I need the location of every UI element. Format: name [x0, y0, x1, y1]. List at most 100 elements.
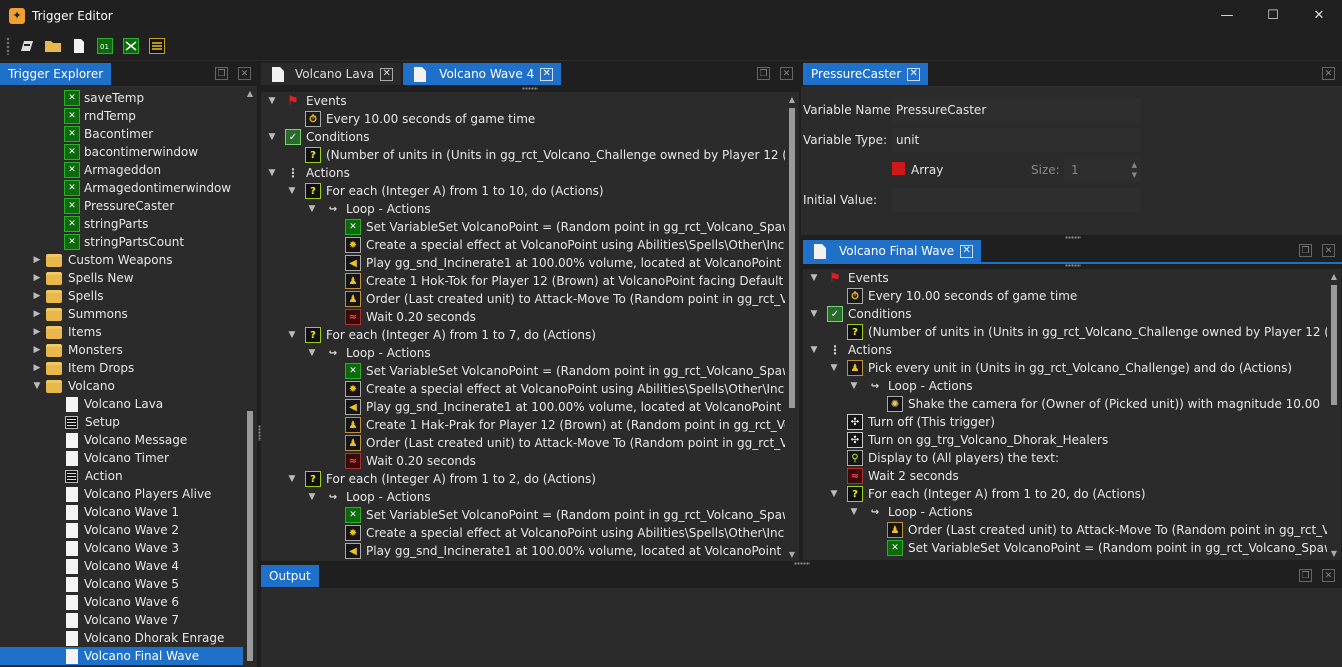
- tree-item[interactable]: Volcano Wave 5: [0, 575, 243, 593]
- trigger-tree-row[interactable]: ▼ ⋮ Actions: [261, 164, 785, 182]
- trigger-tree-row[interactable]: ✕ Set VariableSet VolcanoPoint = (Random …: [803, 539, 1327, 557]
- expand-down-icon[interactable]: ▼: [827, 363, 841, 373]
- output-float-icon[interactable]: ❐: [1299, 569, 1312, 582]
- trigger-tree-row[interactable]: ✕ Set VariableSet VolcanoPoint = (Random …: [261, 506, 785, 524]
- maximize-button[interactable]: ☐: [1250, 0, 1296, 31]
- tree-item[interactable]: ▶ Spells New: [0, 269, 243, 287]
- trigger-tree-row[interactable]: ✸ Create a special effect at VolcanoPoint…: [261, 236, 785, 254]
- trigger-tree-row[interactable]: ✺ Shake the camera for (Owner of (Picked …: [803, 395, 1327, 413]
- open-folder-icon[interactable]: [43, 36, 63, 56]
- tree-item[interactable]: Volcano Lava: [0, 395, 243, 413]
- toolbar-grip-icon[interactable]: [6, 36, 10, 55]
- tree-item[interactable]: ▶ Summons: [0, 305, 243, 323]
- center-float-icon[interactable]: ❐: [757, 67, 770, 80]
- trigger-tree-row[interactable]: ▼ ↪ Loop - Actions: [803, 503, 1327, 521]
- trigger-tree-row[interactable]: ▼? For each (Integer A) from 1 to 10, do …: [261, 182, 785, 200]
- variable-name-field[interactable]: PressureCaster: [892, 98, 1141, 122]
- close-tab-icon[interactable]: ✕: [540, 67, 554, 81]
- trigger-tree-row[interactable]: ▼ ↪ Loop - Actions: [261, 488, 785, 506]
- tree-item[interactable]: ✕ PressureCaster: [0, 197, 243, 215]
- tree-item[interactable]: Volcano Wave 6: [0, 593, 243, 611]
- expand-down-icon[interactable]: ▼: [305, 492, 319, 502]
- trigger-tree-row[interactable]: ▼ ⚑ Events: [261, 92, 785, 110]
- trigger-tree-row[interactable]: ▼? For each (Integer A) from 1 to 7, do (…: [261, 326, 785, 344]
- tree-item[interactable]: Volcano Timer: [0, 449, 243, 467]
- spinner-arrows-icon[interactable]: ▲ ▼: [1132, 160, 1137, 180]
- expand-down-icon[interactable]: ▼: [265, 132, 279, 142]
- close-tab-icon[interactable]: ✕: [380, 67, 394, 81]
- tree-item[interactable]: Volcano Wave 7: [0, 611, 243, 629]
- tree-item[interactable]: Action: [0, 467, 243, 485]
- minimize-button[interactable]: —: [1204, 0, 1250, 31]
- expand-down-icon[interactable]: ▼: [807, 345, 821, 355]
- close-tab-icon[interactable]: ✕: [960, 244, 974, 258]
- splitter-grip[interactable]: [522, 87, 538, 90]
- trigger-tree-row[interactable]: ⏱ Every 10.00 seconds of game time: [261, 110, 785, 128]
- tree-item[interactable]: Volcano Players Alive: [0, 485, 243, 503]
- trigger-tree-row[interactable]: ≈ Wait 2 seconds: [803, 467, 1327, 485]
- array-checkbox[interactable]: [892, 162, 905, 175]
- expand-down-icon[interactable]: ▼: [285, 330, 299, 340]
- variables-icon[interactable]: 01: [95, 36, 115, 56]
- expand-down-icon[interactable]: ▼: [265, 96, 279, 106]
- expand-right-icon[interactable]: ▶: [30, 309, 44, 319]
- tree-item[interactable]: ▶ Monsters: [0, 341, 243, 359]
- trigger-explorer-tree[interactable]: ✕ saveTemp ✕ rndTemp ✕ Bacontimer ✕ bacontimerw…: [0, 86, 243, 667]
- expand-down-icon[interactable]: ▼: [807, 273, 821, 283]
- final-wave-scrollbar[interactable]: ▲ ▼: [1327, 269, 1341, 560]
- tab-output[interactable]: Output: [261, 565, 319, 587]
- tree-item[interactable]: Setup: [0, 413, 243, 431]
- trigger-tree-row[interactable]: ✕ Set VariableSet VolcanoPoint = (Random …: [261, 218, 785, 236]
- tree-item[interactable]: Volcano Dhorak Enrage: [0, 629, 243, 647]
- center-scrollbar[interactable]: ▲ ▼: [785, 92, 799, 561]
- expand-right-icon[interactable]: ▶: [30, 291, 44, 301]
- variable-type-select[interactable]: unit: [892, 128, 1141, 152]
- tree-item[interactable]: Volcano Wave 4: [0, 557, 243, 575]
- trigger-tree-row[interactable]: ▼ ↪ Loop - Actions: [803, 377, 1327, 395]
- tab-pressure-caster[interactable]: PressureCaster ✕: [803, 63, 929, 85]
- close-tab-icon[interactable]: ✕: [907, 67, 921, 81]
- vertical-splitter-grip[interactable]: [258, 425, 261, 441]
- scroll-up-icon[interactable]: ▲: [785, 92, 799, 106]
- tree-item[interactable]: ▶ Item Drops: [0, 359, 243, 377]
- expand-down-icon[interactable]: ▼: [285, 186, 299, 196]
- tree-item[interactable]: Volcano Message: [0, 431, 243, 449]
- tab-volcano-lava[interactable]: Volcano Lava ✕: [261, 63, 402, 85]
- trigger-tree-row[interactable]: ⚲ Display to (All players) the text:: [803, 449, 1327, 467]
- tab-trigger-explorer[interactable]: Trigger Explorer: [0, 63, 112, 85]
- scroll-down-icon[interactable]: ▼: [785, 547, 799, 561]
- trigger-tree-row[interactable]: ◀ Play gg_snd_Incinerate1 at 100.00% volu…: [261, 254, 785, 272]
- tree-item[interactable]: ✕ bacontimerwindow: [0, 143, 243, 161]
- expand-right-icon[interactable]: ▶: [30, 273, 44, 283]
- expand-right-icon[interactable]: ▶: [30, 255, 44, 265]
- expand-down-icon[interactable]: ▼: [305, 204, 319, 214]
- explorer-close-icon[interactable]: ✕: [238, 67, 251, 80]
- tree-item[interactable]: ✕ stringParts: [0, 215, 243, 233]
- tree-item[interactable]: ✕ Bacontimer: [0, 125, 243, 143]
- variable-close-icon[interactable]: ✕: [1322, 67, 1335, 80]
- splitter-grip[interactable]: [1065, 264, 1081, 267]
- splitter-grip[interactable]: [1065, 236, 1081, 239]
- trigger-tree-row[interactable]: ✣ Turn off (This trigger): [803, 413, 1327, 431]
- explorer-scroll-thumb[interactable]: [247, 411, 253, 661]
- trigger-tree-row[interactable]: ♟ Order (Last created unit) to Attack-Mov…: [261, 290, 785, 308]
- final-wave-float-icon[interactable]: ❐: [1299, 244, 1312, 257]
- expand-down-icon[interactable]: ▼: [847, 381, 861, 391]
- trigger-tree-row[interactable]: ? (Number of units in (Units in gg_rct_Vo…: [261, 146, 785, 164]
- trigger-tree-row[interactable]: ▼ ♟ Pick every unit in (Units in gg_rct_Vo…: [803, 359, 1327, 377]
- tree-item[interactable]: ✕ Armagedontimerwindow: [0, 179, 243, 197]
- expand-right-icon[interactable]: ▶: [30, 327, 44, 337]
- final-wave-tree[interactable]: ▼ ⚑ Events ⏱ Every 10.00 seconds of game tim…: [803, 269, 1327, 560]
- tab-volcano-wave-4[interactable]: Volcano Wave 4 ✕: [403, 63, 562, 85]
- trigger-tree-row[interactable]: ⏱ Every 10.00 seconds of game time: [803, 287, 1327, 305]
- tree-item[interactable]: Volcano Wave 2: [0, 521, 243, 539]
- trigger-actions-tree[interactable]: ▼ ⚑ Events ⏱ Every 10.00 seconds of game tim…: [261, 92, 785, 561]
- trigger-tree-row[interactable]: ✸ Create a special effect at VolcanoPoint…: [261, 380, 785, 398]
- trigger-tree-row[interactable]: ▼ ↪ Loop - Actions: [261, 200, 785, 218]
- tree-item[interactable]: ✕ Armageddon: [0, 161, 243, 179]
- trigger-tree-row[interactable]: ▼ ↪ Loop - Actions: [261, 344, 785, 362]
- trigger-tree-row[interactable]: ✣ Turn on gg_trg_Volcano_Dhorak_Healers: [803, 431, 1327, 449]
- expand-down-icon[interactable]: ▼: [30, 381, 44, 391]
- action-list-icon[interactable]: [147, 36, 167, 56]
- trigger-tree-row[interactable]: ♟ Create 1 Hok-Tok for Player 12 (Brown) …: [261, 272, 785, 290]
